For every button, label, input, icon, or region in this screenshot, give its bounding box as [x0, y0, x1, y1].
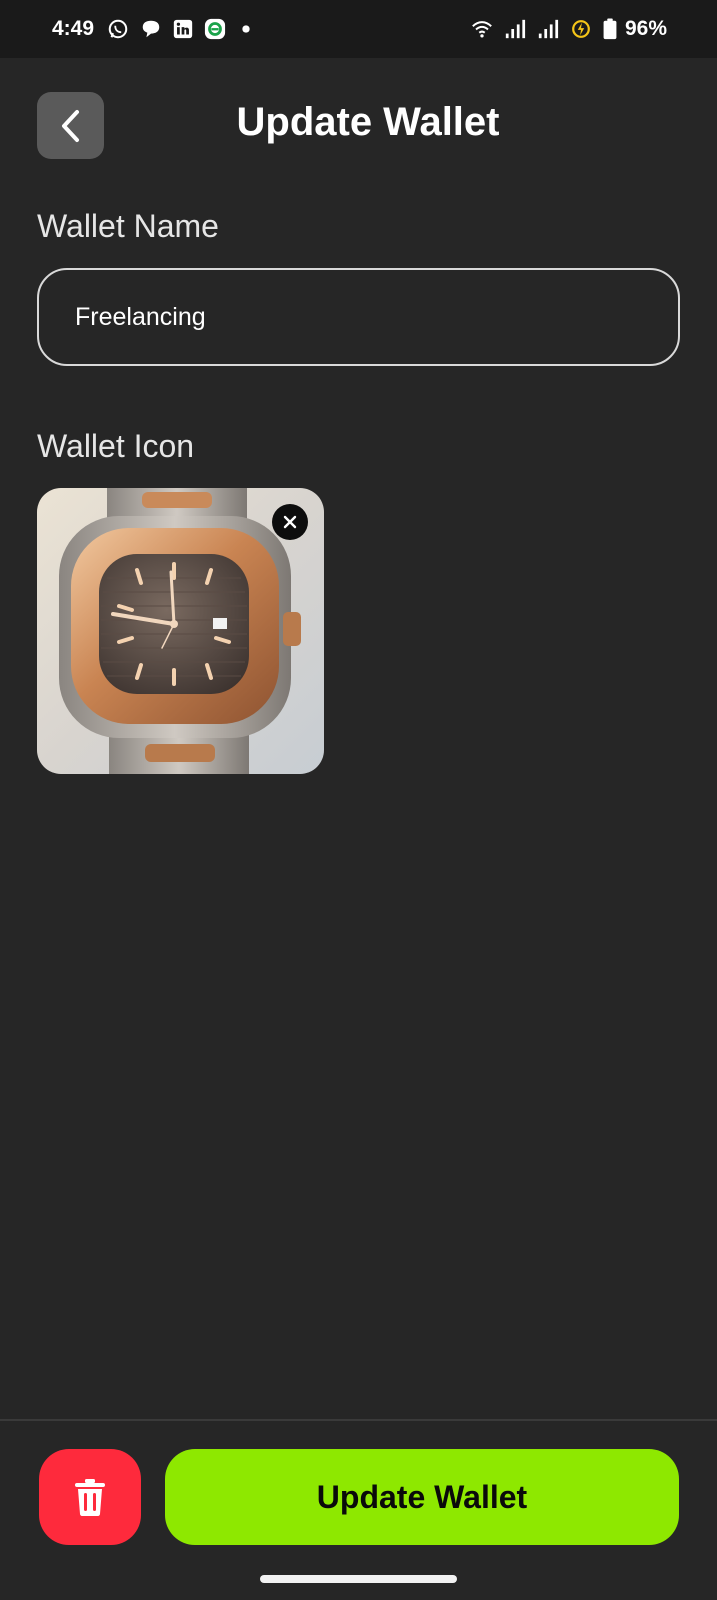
wifi-icon: [472, 21, 492, 38]
close-icon: [283, 515, 297, 529]
dot-icon: [242, 25, 250, 33]
signal-icon: [505, 19, 526, 39]
battery-saver-icon: [572, 20, 590, 38]
battery-icon: [603, 18, 617, 40]
linkedin-icon: [173, 19, 193, 39]
battery-percent: 96%: [625, 17, 668, 40]
update-wallet-button[interactable]: Update Wallet: [165, 1449, 679, 1545]
footer-divider: [0, 1419, 717, 1421]
trash-icon: [75, 1479, 105, 1516]
page-title: Update Wallet: [236, 100, 500, 144]
status-time: 4:49: [52, 17, 95, 40]
wallet-icon-label: Wallet Icon: [37, 428, 195, 464]
wallet-name-input[interactable]: [37, 268, 680, 366]
status-bar: 4:49 96%: [0, 0, 717, 58]
delete-wallet-button[interactable]: [39, 1449, 141, 1545]
signal-icon: [538, 19, 559, 39]
wallet-name-label: Wallet Name: [37, 208, 219, 244]
remove-icon-button[interactable]: [272, 504, 308, 540]
whatsapp-icon: [108, 19, 128, 39]
home-indicator[interactable]: [260, 1575, 457, 1583]
app-icon: [204, 18, 226, 40]
messages-icon: [142, 20, 160, 38]
